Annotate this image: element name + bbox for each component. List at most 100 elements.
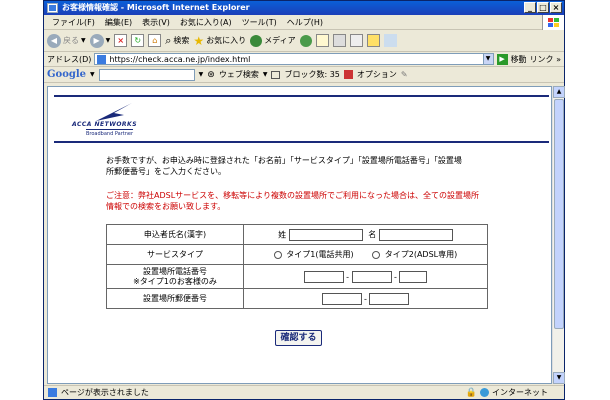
status-text: ページが表示されました — [61, 388, 149, 397]
sei-input[interactable] — [288, 228, 363, 241]
menu-view[interactable]: 表示(V) — [137, 17, 175, 28]
google-search-input[interactable] — [98, 68, 195, 81]
type2-radio[interactable] — [372, 250, 381, 259]
web-search-icon: ⊛ — [207, 69, 215, 80]
form-row-service: サービスタイプ タイプ1(電話共用) タイプ2(ADSL専用) — [106, 244, 488, 265]
back-arrow-icon: ◀ — [47, 33, 61, 48]
edit-icon[interactable] — [349, 34, 363, 47]
address-url: https://check.acca.ne.jp/index.html — [109, 54, 251, 64]
lock-icon: 🔒 — [465, 387, 477, 398]
address-input[interactable]: https://check.acca.ne.jp/index.html ▼ — [94, 53, 494, 65]
print-icon[interactable] — [332, 34, 346, 47]
back-label: 戻る — [63, 36, 79, 45]
chevron-down-icon[interactable]: ▼ — [90, 71, 95, 78]
phone-input-1[interactable] — [303, 270, 344, 283]
google-logo-text: Google — [47, 69, 87, 80]
confirm-button[interactable]: 確認する — [275, 330, 322, 346]
phone-hyphen-2: - — [394, 272, 397, 281]
mei-input[interactable] — [378, 228, 453, 241]
form-row-phone: 設置場所電話番号 ※タイプ1のお客様のみ - - — [106, 264, 488, 289]
standard-toolbar: ◀ 戻る ▼ ▶ ▼ × ↻ ⌂ ⌕ 検索 ★ お気に入り メディア — [44, 30, 564, 52]
scroll-up-icon[interactable]: ▲ — [553, 86, 565, 98]
vertical-scrollbar[interactable]: ▲ ▼ — [552, 86, 565, 384]
links-button[interactable]: リンク » — [530, 54, 561, 65]
acca-logo: ACCA NETWORKS Broadband Partner — [72, 101, 152, 139]
page-done-icon — [48, 388, 57, 397]
address-label: アドレス(D) — [47, 54, 92, 64]
page-content: ACCA NETWORKS Broadband Partner お手数ですが、お… — [47, 86, 552, 384]
chevron-down-icon: ▼ — [105, 37, 111, 44]
media-button[interactable]: メディア — [250, 34, 296, 47]
postal-input-1[interactable] — [321, 292, 362, 305]
type1-label: タイプ1(電話共用) — [286, 250, 354, 259]
go-arrow-icon[interactable]: ▶ — [496, 53, 508, 65]
media-icon — [250, 34, 263, 47]
favorites-button[interactable]: ★ お気に入り — [193, 34, 246, 48]
options-button[interactable]: オプション — [357, 69, 397, 80]
blocked-count[interactable]: ブロック数: 35 — [284, 69, 339, 80]
menu-favorites[interactable]: お気に入り(A) — [175, 17, 237, 28]
pencil-icon[interactable]: ✎ — [401, 70, 408, 79]
customer-form: 申込者氏名(漢字) 姓 名 サービスタイプ タイプ1(電話共用) タイプ2(AD… — [106, 224, 488, 309]
menu-edit[interactable]: 編集(E) — [100, 17, 137, 28]
go-button[interactable]: 移動 — [511, 54, 527, 65]
phone-input-2[interactable] — [351, 270, 392, 283]
chevron-down-icon[interactable]: ▼ — [199, 71, 204, 78]
mail-icon[interactable] — [315, 34, 329, 47]
postal-input-2[interactable] — [369, 292, 410, 305]
logo-wordmark: ACCA NETWORKS — [72, 121, 138, 128]
sei-label: 姓 — [278, 230, 287, 239]
service-label: サービスタイプ — [106, 244, 244, 265]
address-dropdown-icon[interactable]: ▼ — [482, 54, 493, 64]
postal-hyphen: - — [364, 294, 367, 303]
scroll-down-icon[interactable]: ▼ — [553, 372, 565, 384]
window-title: お客様情報確認 - Microsoft Internet Explorer — [62, 3, 250, 12]
search-label: 検索 — [173, 36, 190, 45]
popup-blocker-icon — [271, 70, 281, 79]
page-icon — [47, 3, 58, 13]
intro-text: お手数ですが、お申込み時に登録された「お名前」「サービスタイプ」「設置場所電話番… — [106, 156, 462, 176]
phone-input-3[interactable] — [399, 270, 428, 283]
form-row-name: 申込者氏名(漢字) 姓 名 — [106, 224, 488, 245]
search-button[interactable]: ⌕ 検索 — [165, 34, 189, 48]
type1-radio[interactable] — [273, 250, 282, 259]
name-label: 申込者氏名(漢字) — [106, 224, 244, 245]
discuss-icon[interactable] — [366, 34, 380, 47]
back-button[interactable]: ◀ 戻る ▼ — [47, 33, 86, 48]
menu-file[interactable]: ファイル(F) — [47, 17, 100, 28]
forward-button[interactable]: ▶ ▼ — [89, 33, 111, 48]
star-icon: ★ — [193, 33, 205, 48]
menu-bar: ファイル(F) 編集(E) 表示(V) お気に入り(A) ツール(T) ヘルプ(… — [44, 15, 564, 30]
phone-hyphen-1: - — [346, 272, 349, 281]
address-bar: アドレス(D) https://check.acca.ne.jp/index.h… — [44, 52, 564, 67]
browser-window: お客様情報確認 - Microsoft Internet Explorer _ … — [43, 0, 565, 400]
messenger-icon[interactable] — [383, 34, 397, 47]
web-search-button[interactable]: ウェブ検索 — [219, 69, 259, 80]
google-logo[interactable]: Google — [47, 69, 86, 80]
menu-help[interactable]: ヘルプ(H) — [282, 17, 328, 28]
search-icon: ⌕ — [165, 33, 172, 47]
scroll-thumb[interactable] — [554, 99, 564, 329]
phone-label: 設置場所電話番号 — [143, 266, 207, 276]
history-icon[interactable] — [299, 34, 312, 47]
ie-page-icon — [97, 54, 107, 64]
zone-text: インターネット — [492, 388, 548, 397]
close-button[interactable]: × — [550, 2, 562, 13]
chevron-down-icon: ▼ — [81, 37, 86, 44]
minimize-button[interactable]: _ — [524, 2, 536, 13]
logo-tagline: Broadband Partner — [86, 129, 134, 137]
home-icon[interactable]: ⌂ — [148, 34, 162, 47]
stop-icon[interactable]: × — [114, 34, 128, 47]
type2-label: タイプ2(ADSL専用) — [384, 250, 458, 259]
internet-zone-icon — [480, 388, 489, 397]
maximize-button[interactable]: □ — [537, 2, 549, 13]
postal-label: 設置場所郵便番号 — [106, 288, 244, 309]
google-toolbar: Google ▼ ▼ ⊛ ウェブ検索 ▼ ブロック数: 35 オプション ✎ — [44, 67, 564, 83]
phone-note: ※タイプ1のお客様のみ — [133, 276, 217, 286]
chevron-down-icon[interactable]: ▼ — [263, 71, 268, 78]
refresh-icon[interactable]: ↻ — [131, 34, 145, 47]
menu-tools[interactable]: ツール(T) — [237, 17, 282, 28]
options-icon — [343, 70, 353, 79]
form-row-postal: 設置場所郵便番号 - — [106, 288, 488, 309]
windows-logo-icon — [542, 15, 564, 30]
